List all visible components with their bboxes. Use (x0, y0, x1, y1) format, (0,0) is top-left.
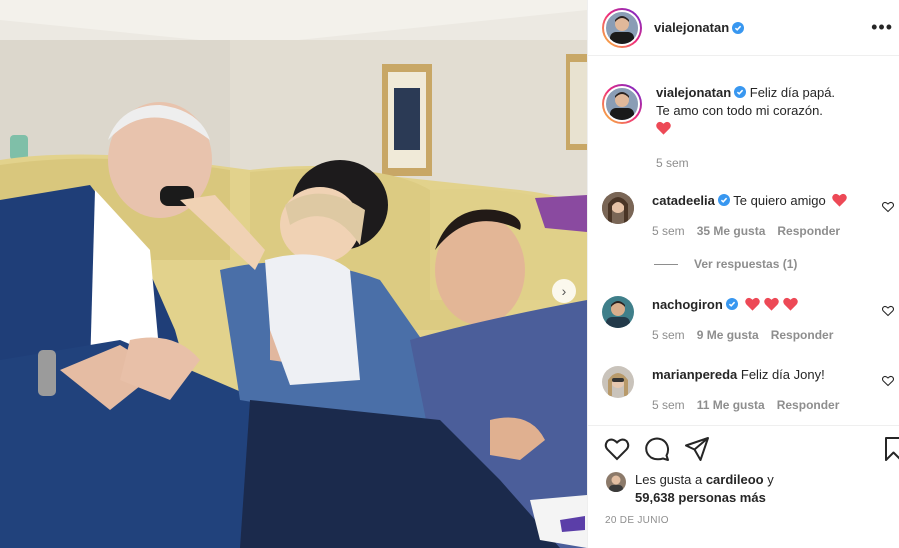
comment-username[interactable]: nachogiron (652, 297, 723, 312)
comment-item: marianpereda Feliz día Jony! 5 sem 11 Me… (602, 366, 899, 414)
post-actions: Les gusta a cardileoo y 59,638 personas … (588, 425, 899, 548)
like-comment-heart-icon[interactable] (882, 375, 894, 387)
caption-text-line1: Feliz día papá. (749, 85, 836, 100)
comment-likes[interactable]: 35 Me gusta (697, 222, 766, 240)
comments-list: vialejonatan Feliz día papá. Te amo con … (588, 57, 899, 425)
reply-button[interactable]: Responder (777, 396, 840, 414)
caption: vialejonatan Feliz día papá. Te amo con … (602, 84, 899, 172)
red-heart-icon (656, 120, 871, 138)
replies-divider (654, 263, 678, 265)
liker-avatar[interactable] (606, 472, 626, 492)
post-date[interactable]: 20 DE JUNIO (605, 515, 669, 526)
red-heart-icon (745, 297, 761, 311)
caption-time[interactable]: 5 sem (656, 154, 689, 172)
commenter-avatar[interactable] (602, 296, 634, 328)
comment-time[interactable]: 5 sem (652, 396, 685, 414)
commenter-avatar[interactable] (602, 366, 634, 398)
post-sidebar: vialejonatan ••• vialejonatan Feliz día … (587, 0, 899, 548)
caption-username[interactable]: vialejonatan (656, 85, 731, 100)
verified-badge-icon (725, 298, 738, 310)
red-heart-icon (782, 297, 798, 311)
view-replies-label: Ver respuestas (1) (694, 257, 798, 271)
save-bookmark-icon[interactable] (884, 436, 899, 462)
comment-bubble-icon[interactable] (644, 436, 670, 462)
red-heart-icon (832, 193, 848, 207)
red-heart-icon (764, 297, 779, 311)
likes-summary: Les gusta a cardileoo y 59,638 personas … (606, 471, 774, 507)
like-comment-heart-icon[interactable] (882, 201, 894, 213)
photo-illustration (0, 0, 587, 548)
comment-time[interactable]: 5 sem (652, 326, 685, 344)
likes-prefix: Les gusta a (635, 472, 706, 487)
author-username[interactable]: vialejonatan (654, 20, 729, 35)
post-header: vialejonatan ••• (588, 0, 899, 56)
comment-item: nachogiron 5 sem 9 Me gusta Responder (602, 296, 899, 344)
commenter-avatar[interactable] (602, 192, 634, 224)
comment-likes[interactable]: 9 Me gusta (697, 326, 759, 344)
comment-hearts (745, 297, 798, 312)
comment-username[interactable]: marianpereda (652, 367, 737, 382)
comment-item: catadeelia Te quiero amigo 5 sem 35 Me g… (602, 192, 899, 240)
author-avatar[interactable] (602, 84, 642, 124)
comment-text: Feliz día Jony! (740, 367, 825, 382)
more-options-icon[interactable]: ••• (871, 18, 893, 36)
post-photo[interactable]: › (0, 0, 587, 548)
likes-count[interactable]: 59,638 personas más (635, 489, 774, 507)
comment-likes[interactable]: 11 Me gusta (697, 396, 765, 414)
next-image-button[interactable]: › (552, 279, 576, 303)
share-send-icon[interactable] (684, 436, 710, 462)
reply-button[interactable]: Responder (771, 326, 834, 344)
caption-text-line2: Te amo con todo mi corazón. (656, 103, 823, 118)
verified-badge-icon (717, 194, 730, 206)
comment-username[interactable]: catadeelia (652, 193, 715, 208)
liker-username[interactable]: cardileoo (706, 472, 764, 487)
likes-suffix: y (763, 472, 774, 487)
like-comment-heart-icon[interactable] (882, 305, 894, 317)
verified-badge-icon (732, 21, 745, 34)
chevron-right-icon: › (561, 283, 567, 299)
reply-button[interactable]: Responder (777, 222, 840, 240)
comment-text: Te quiero amigo (733, 193, 826, 208)
like-heart-icon[interactable] (604, 436, 630, 462)
view-replies-button[interactable]: Ver respuestas (1) (654, 257, 797, 271)
verified-badge-icon (734, 86, 747, 98)
author-avatar[interactable] (602, 7, 642, 48)
comment-time[interactable]: 5 sem (652, 222, 685, 240)
